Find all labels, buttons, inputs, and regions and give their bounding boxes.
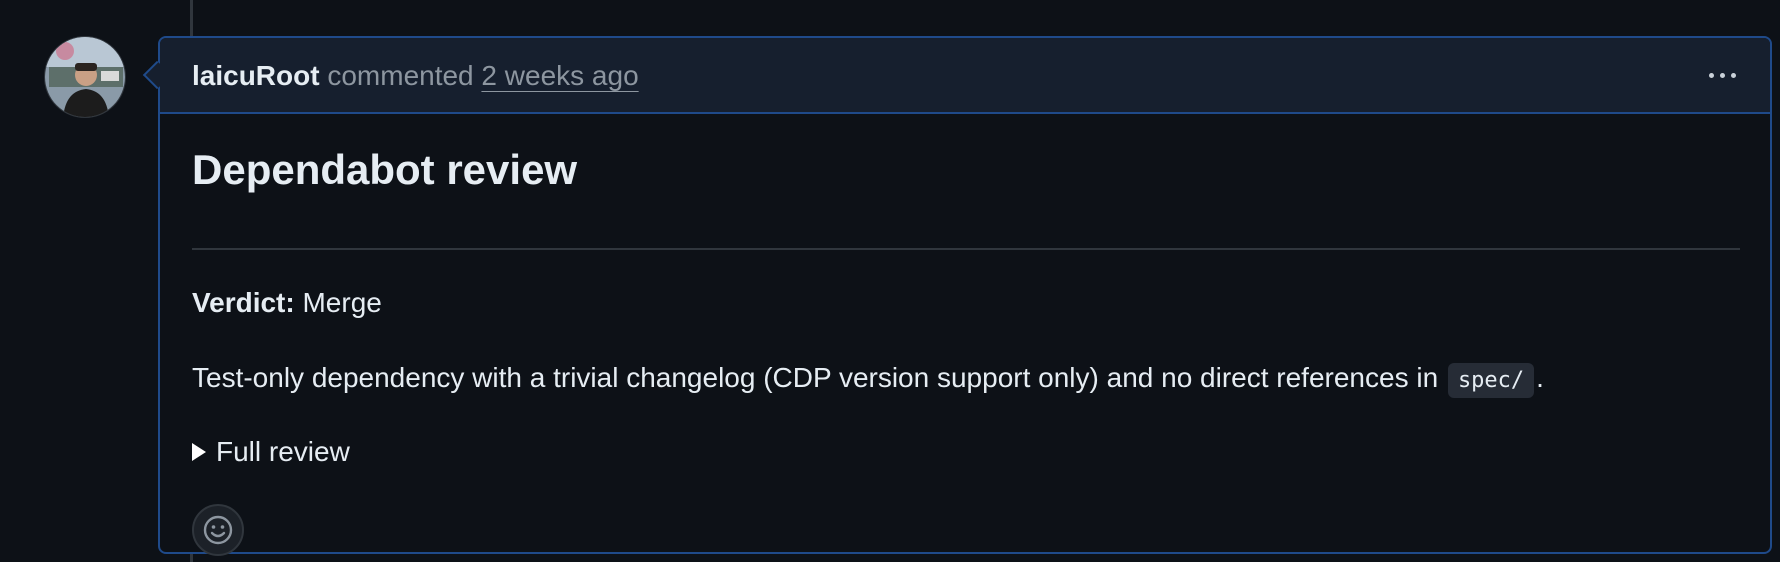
verdict-line: Verdict: Merge	[192, 286, 382, 320]
summary-end: .	[1536, 362, 1544, 393]
code-spec: spec/	[1447, 363, 1535, 398]
summary-paragraph: Test-only dependency with a trivial chan…	[192, 360, 1544, 399]
smiley-icon	[203, 515, 233, 545]
kebab-horizontal-icon[interactable]	[1700, 58, 1744, 92]
comment-card: laicuRoot commented 2 weeks ago Dependab…	[158, 36, 1772, 556]
full-review-toggle[interactable]: Full review	[192, 434, 350, 470]
summary-text: Test-only dependency with a trivial chan…	[192, 362, 1439, 393]
title-divider	[192, 248, 1740, 250]
details-label: Full review	[216, 436, 350, 467]
comment-title: Dependabot review	[192, 146, 578, 193]
add-reaction-button[interactable]	[192, 504, 244, 556]
avatar-image	[45, 37, 125, 117]
verdict-label: Verdict:	[192, 287, 295, 318]
avatar[interactable]	[44, 36, 126, 118]
triangle-right-icon	[192, 443, 206, 461]
verdict-value: Merge	[302, 287, 382, 318]
